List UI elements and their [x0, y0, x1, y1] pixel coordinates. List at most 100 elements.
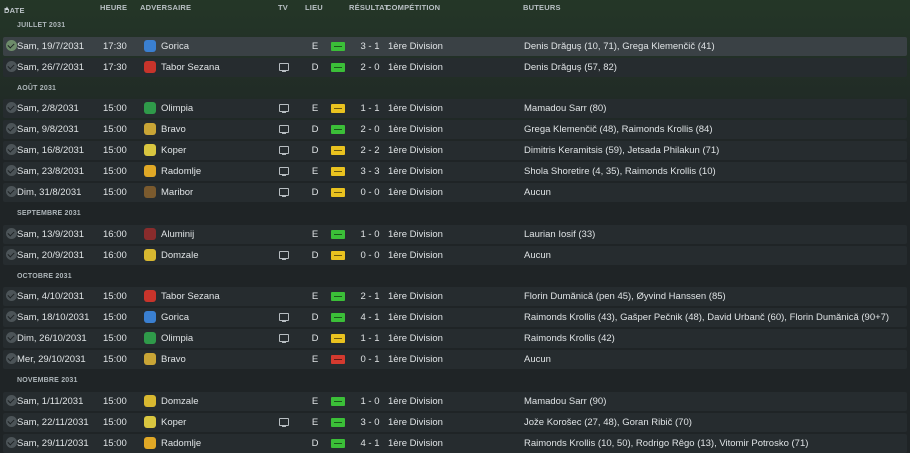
opponent-name[interactable]: Koper: [161, 417, 186, 428]
fixture-row[interactable]: Sam, 22/11/2031 15:00 Koper E 3 - 0 1ère Divi…: [3, 412, 907, 432]
match-date: Mer, 29/10/2031: [17, 354, 86, 365]
header-time[interactable]: HEURE: [100, 3, 127, 12]
match-score[interactable]: 1 - 0: [353, 229, 387, 240]
fixture-row[interactable]: Sam, 13/9/2031 16:00 Aluminij E 1 - 0 1ère Di…: [3, 224, 907, 244]
competition-name[interactable]: 1ère Division: [388, 41, 443, 52]
competition-name[interactable]: 1ère Division: [388, 312, 443, 323]
goal-scorers: Mamadou Sarr (80): [524, 103, 607, 114]
competition-name[interactable]: 1ère Division: [388, 438, 443, 449]
opponent-name[interactable]: Tabor Sezana: [161, 62, 220, 73]
opponent-name[interactable]: Gorica: [161, 41, 189, 52]
fixture-row[interactable]: Sam, 18/10/2031 15:00 Gorica D 4 - 1 1ère Div…: [3, 308, 907, 327]
match-score[interactable]: 2 - 1: [353, 291, 387, 302]
competition-name[interactable]: 1ère Division: [388, 145, 443, 156]
club-crest-icon[interactable]: [144, 227, 156, 240]
competition-name[interactable]: 1ère Division: [388, 250, 443, 261]
goal-scorers: Shola Shoretire (4, 35), Raimonds Krolli…: [524, 166, 716, 177]
opponent-name[interactable]: Domzale: [161, 250, 199, 261]
fixture-row[interactable]: Dim, 31/8/2031 15:00 Maribor D 0 - 0 1ère Div…: [3, 183, 907, 202]
opponent-name[interactable]: Radomlje: [161, 438, 201, 449]
opponent-name[interactable]: Bravo: [161, 124, 186, 135]
competition-name[interactable]: 1ère Division: [388, 187, 443, 198]
match-score[interactable]: 3 - 0: [353, 417, 387, 428]
fixture-row[interactable]: Mer, 29/10/2031 15:00 Bravo E 0 - 1 1ère Divi…: [3, 350, 907, 369]
fixture-row[interactable]: Sam, 2/8/2031 15:00 Olimpia E 1 - 1 1ère Divi…: [3, 99, 907, 118]
club-crest-icon[interactable]: [144, 248, 156, 261]
competition-name[interactable]: 1ère Division: [388, 291, 443, 302]
fixture-row[interactable]: Sam, 29/11/2031 15:00 Radomlje D 4 - 1 1ère D…: [3, 433, 907, 453]
club-crest-icon[interactable]: [144, 144, 156, 156]
header-opponent[interactable]: ADVERSAIRE: [140, 3, 191, 12]
match-score[interactable]: 0 - 0: [353, 250, 387, 261]
competition-name[interactable]: 1ère Division: [388, 396, 443, 407]
opponent-name[interactable]: Domzale: [161, 396, 199, 407]
match-score[interactable]: 2 - 0: [353, 124, 387, 135]
match-score[interactable]: 0 - 1: [353, 354, 387, 365]
played-check-icon: [6, 227, 17, 239]
match-score[interactable]: 0 - 0: [353, 187, 387, 198]
match-score[interactable]: 2 - 2: [353, 145, 387, 156]
header-competition[interactable]: COMPÉTITION: [386, 3, 440, 12]
fixture-row[interactable]: Dim, 26/10/2031 15:00 Olimpia D 1 - 1 1ère Di…: [3, 329, 907, 348]
opponent-name[interactable]: Koper: [161, 145, 186, 156]
club-crest-icon[interactable]: [144, 394, 156, 407]
match-score[interactable]: 2 - 0: [353, 62, 387, 73]
club-crest-icon[interactable]: [144, 102, 156, 114]
header-scorers[interactable]: BUTEURS: [523, 3, 561, 12]
fixture-row[interactable]: Sam, 16/8/2031 15:00 Koper D 2 - 2 1ère Divis…: [3, 141, 907, 160]
match-time: 15:00: [103, 103, 127, 114]
match-date: Dim, 26/10/2031: [17, 333, 87, 344]
match-score[interactable]: 1 - 1: [353, 333, 387, 344]
played-check-icon: [6, 39, 17, 51]
opponent-name[interactable]: Aluminij: [161, 229, 194, 240]
opponent-name[interactable]: Tabor Sezana: [161, 291, 220, 302]
match-score[interactable]: 1 - 1: [353, 103, 387, 114]
competition-name[interactable]: 1ère Division: [388, 124, 443, 135]
header-venue[interactable]: LIEU: [305, 3, 323, 12]
fixture-row[interactable]: Sam, 1/11/2031 15:00 Domzale E 1 - 0 1ère Div…: [3, 391, 907, 411]
fixture-row[interactable]: Sam, 9/8/2031 15:00 Bravo D 2 - 0 1ère Divisi…: [3, 120, 907, 139]
club-crest-icon[interactable]: [144, 415, 156, 428]
competition-name[interactable]: 1ère Division: [388, 333, 443, 344]
match-score[interactable]: 3 - 1: [353, 41, 387, 52]
result-badge-icon: [331, 355, 345, 364]
club-crest-icon[interactable]: [144, 332, 156, 344]
opponent-name[interactable]: Radomlje: [161, 166, 201, 177]
match-score[interactable]: 1 - 0: [353, 396, 387, 407]
fixture-row[interactable]: Sam, 20/9/2031 16:00 Domzale D 0 - 0 1ère Div…: [3, 245, 907, 265]
competition-name[interactable]: 1ère Division: [388, 62, 443, 73]
competition-name[interactable]: 1ère Division: [388, 166, 443, 177]
opponent-name[interactable]: Gorica: [161, 312, 189, 323]
competition-name[interactable]: 1ère Division: [388, 229, 443, 240]
club-crest-icon[interactable]: [144, 186, 156, 198]
match-date: Sam, 16/8/2031: [17, 145, 85, 156]
club-crest-icon[interactable]: [144, 436, 156, 449]
opponent-name[interactable]: Olimpia: [161, 333, 193, 344]
match-score[interactable]: 3 - 3: [353, 166, 387, 177]
club-crest-icon[interactable]: [144, 290, 156, 302]
fixture-row[interactable]: Sam, 23/8/2031 15:00 Radomlje E 3 - 3 1ère Di…: [3, 162, 907, 181]
club-crest-icon[interactable]: [144, 165, 156, 177]
sort-up-icon[interactable]: ▲: [4, 6, 10, 12]
opponent-name[interactable]: Olimpia: [161, 103, 193, 114]
club-crest-icon[interactable]: [144, 39, 156, 52]
goal-scorers: Laurian Iosif (33): [524, 228, 596, 240]
match-score[interactable]: 4 - 1: [353, 438, 387, 449]
competition-name[interactable]: 1ère Division: [388, 354, 443, 365]
club-crest-icon[interactable]: [144, 311, 156, 323]
club-crest-icon[interactable]: [144, 353, 156, 365]
match-score[interactable]: 4 - 1: [353, 312, 387, 323]
match-venue: E: [311, 40, 319, 52]
competition-name[interactable]: 1ère Division: [388, 103, 443, 114]
competition-name[interactable]: 1ère Division: [388, 417, 443, 428]
fixture-row[interactable]: Sam, 4/10/2031 15:00 Tabor Sezana E 2 - 1 1èr…: [3, 287, 907, 306]
fixture-row[interactable]: Sam, 19/7/2031 17:30 Gorica E 3 - 1 1ère Divi…: [3, 36, 907, 56]
header-tv[interactable]: TV: [278, 3, 288, 12]
opponent-name[interactable]: Bravo: [161, 354, 186, 365]
match-date: Sam, 26/7/2031: [17, 61, 85, 73]
club-crest-icon[interactable]: [144, 123, 156, 135]
opponent-name[interactable]: Maribor: [161, 187, 193, 198]
fixture-row[interactable]: Sam, 26/7/2031 17:30 Tabor Sezana D 2 - 0 1èr…: [3, 57, 907, 77]
club-crest-icon[interactable]: [144, 60, 156, 73]
header-result[interactable]: RÉSULTAT: [349, 3, 389, 12]
